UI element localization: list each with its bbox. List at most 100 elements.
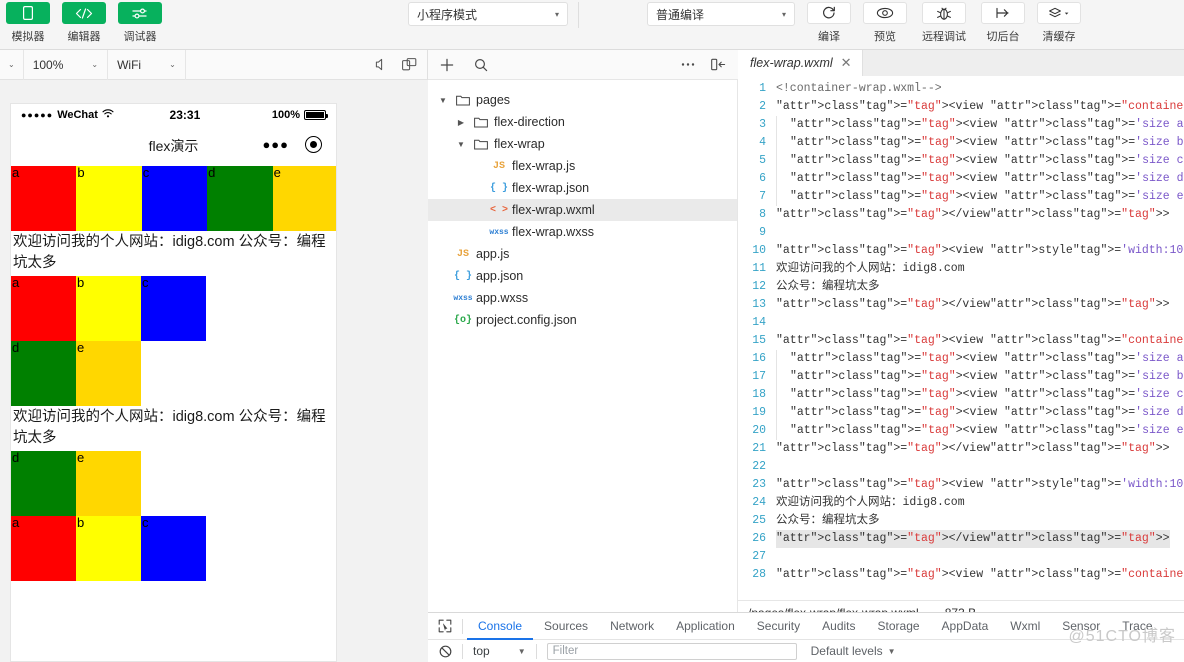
tree-item-flex-wrap-js[interactable]: JSflex-wrap.js	[428, 155, 737, 177]
code-text: "attr">class"tag">="tag"><view "attr">cl…	[790, 188, 1184, 206]
code-content[interactable]: 1<!container-wrap.wxml-->2"attr">class"t…	[738, 76, 1184, 584]
indent-guide	[776, 116, 790, 134]
tree-item-pages[interactable]: ▼pages	[428, 89, 737, 111]
phone-nav-bar: flex演示 ●●●	[11, 126, 336, 166]
code-text: "attr">class"tag">="tag"><view "attr">cl…	[790, 350, 1184, 368]
code-text: "attr">class"tag">="tag"><view "attr">cl…	[776, 566, 1184, 584]
devtools-tab-trace[interactable]: Trace	[1111, 613, 1163, 640]
code-line: 21"attr">class"tag">="tag"></view"attr">…	[738, 440, 1184, 458]
code-text: "attr">class"tag">="tag"><view "attr">st…	[776, 476, 1184, 494]
network-select[interactable]: WiFi ⌄	[108, 50, 186, 80]
devtools-tab-console[interactable]: Console	[467, 613, 533, 640]
project-mode-value: 小程序模式	[417, 6, 477, 23]
tree-item-flex-wrap-wxml[interactable]: < >flex-wrap.wxml	[428, 199, 737, 221]
more-dots-icon[interactable]: ●●●	[262, 138, 289, 151]
search-icon[interactable]	[474, 58, 488, 72]
plus-icon[interactable]	[440, 58, 454, 72]
editor-tab-label: flex-wrap.wxml	[750, 56, 833, 70]
remote-debug-button[interactable]: 远程调试	[913, 0, 975, 44]
wxss-file-icon: wxss	[450, 294, 476, 303]
line-number: 24	[738, 494, 776, 512]
code-text: "attr">class"tag">="tag"><view "attr">cl…	[790, 422, 1184, 440]
console-filter-input[interactable]: Filter	[547, 643, 797, 660]
target-circle-icon[interactable]	[305, 136, 322, 153]
main-toolbar: 模拟器 编辑器 调试器 小程序模式 ▾ 普通编译 ▾	[0, 0, 1184, 50]
devtools-tab-application[interactable]: Application	[665, 613, 746, 640]
device-select[interactable]: ⌄	[0, 50, 24, 80]
clear-cache-button[interactable]: 清缓存	[1031, 0, 1087, 44]
chevron-down-icon[interactable]: ▼	[436, 96, 450, 105]
tree-item-project-config-json[interactable]: {o}project.config.json	[428, 309, 737, 331]
tree-item-app-json[interactable]: { }app.json	[428, 265, 737, 287]
battery-percent: 100%	[272, 109, 300, 121]
tree-item-flex-wrap-json[interactable]: { }flex-wrap.json	[428, 177, 737, 199]
zoom-select[interactable]: 100% ⌄	[24, 50, 108, 80]
flex-item-d: d	[11, 341, 76, 406]
compile-label: 编译	[818, 28, 840, 44]
flex-item-d: d	[207, 166, 272, 231]
devtools-tab-sensor[interactable]: Sensor	[1051, 613, 1111, 640]
sliders-icon	[118, 2, 162, 24]
devtools-tab-wxml[interactable]: Wxml	[999, 613, 1051, 640]
devtools-tab-network[interactable]: Network	[599, 613, 665, 640]
compile-button[interactable]: 编译	[801, 0, 857, 44]
devtools-tab-audits[interactable]: Audits	[811, 613, 866, 640]
code-line: 1<!container-wrap.wxml-->	[738, 80, 1184, 98]
simulator-mode-label: 模拟器	[12, 28, 45, 44]
line-number: 17	[738, 368, 776, 386]
tree-item-flex-direction[interactable]: ▶ flex-direction	[428, 111, 737, 133]
flex-item-a: a	[11, 516, 76, 581]
code-text: "attr">class"tag">="tag"><view "attr">st…	[776, 242, 1184, 260]
tree-item-label: flex-direction	[494, 115, 565, 129]
volume-icon[interactable]	[375, 58, 388, 71]
line-number: 13	[738, 296, 776, 314]
project-mode-select[interactable]: 小程序模式 ▾	[408, 2, 568, 26]
devtools-tab-storage[interactable]: Storage	[867, 613, 931, 640]
simulator-mode-button[interactable]: 模拟器	[0, 0, 56, 44]
chevron-down-icon[interactable]: ▼	[454, 140, 468, 149]
rotate-screen-icon[interactable]	[402, 58, 417, 71]
code-text: "attr">class"tag">="tag"></view"attr">cl…	[776, 296, 1170, 314]
simulator-control-bar: ⌄ 100% ⌄ WiFi ⌄	[0, 50, 428, 80]
tree-item-app-wxss[interactable]: wxssapp.wxss	[428, 287, 737, 309]
line-number: 5	[738, 152, 776, 170]
toolbar-divider	[578, 2, 579, 28]
tree-item-app-js[interactable]: JSapp.js	[428, 243, 737, 265]
editor-tab-bar: flex-wrap.wxml ✕	[738, 50, 1184, 76]
background-label: 切后台	[987, 28, 1020, 44]
line-number: 18	[738, 386, 776, 404]
preview-button[interactable]: 预览	[857, 0, 913, 44]
line-number: 22	[738, 458, 776, 476]
tree-item-label: flex-wrap.wxss	[512, 225, 594, 239]
code-line: 22	[738, 458, 1184, 476]
editor-mode-button[interactable]: 编辑器	[56, 0, 112, 44]
chevron-right-icon[interactable]: ▶	[454, 118, 468, 127]
devtools-tab-security[interactable]: Security	[746, 613, 811, 640]
console-levels-select[interactable]: Default levels ▼	[811, 644, 896, 658]
flex-item-c: c	[142, 166, 207, 231]
tree-item-flex-wrap-wxss[interactable]: wxssflex-wrap.wxss	[428, 221, 737, 243]
editor-tab-flex-wrap-wxml[interactable]: flex-wrap.wxml ✕	[738, 50, 863, 76]
devtools-tab-sources[interactable]: Sources	[533, 613, 599, 640]
line-number: 12	[738, 278, 776, 296]
devtools-console-toolbar: top ▼ Filter Default levels ▼	[428, 640, 1184, 662]
clear-console-icon[interactable]	[432, 645, 458, 658]
signal-dots-icon: ●●●●●	[21, 110, 53, 120]
background-button[interactable]: 切后台	[975, 0, 1031, 44]
close-icon[interactable]: ✕	[841, 55, 852, 71]
wechat-capsule: ●●●	[262, 136, 322, 153]
compile-mode-select[interactable]: 普通编译 ▾	[647, 2, 795, 26]
more-icon[interactable]	[681, 62, 695, 67]
tree-item-flex-wrap[interactable]: ▼flex-wrap	[428, 133, 737, 155]
debugger-mode-button[interactable]: 调试器	[112, 0, 168, 44]
code-line: 5"attr">class"tag">="tag"><view "attr">c…	[738, 152, 1184, 170]
devtools-tab-appdata[interactable]: AppData	[931, 613, 1000, 640]
collapse-panel-icon[interactable]	[711, 58, 726, 71]
console-context-select[interactable]: top ▼	[467, 644, 532, 658]
inspect-element-icon[interactable]	[432, 619, 458, 633]
code-line: 2"attr">class"tag">="tag"><view "attr">c…	[738, 98, 1184, 116]
line-number: 27	[738, 548, 776, 566]
folder-open-icon	[450, 94, 476, 106]
line-number: 19	[738, 404, 776, 422]
indent-guide	[776, 350, 790, 368]
